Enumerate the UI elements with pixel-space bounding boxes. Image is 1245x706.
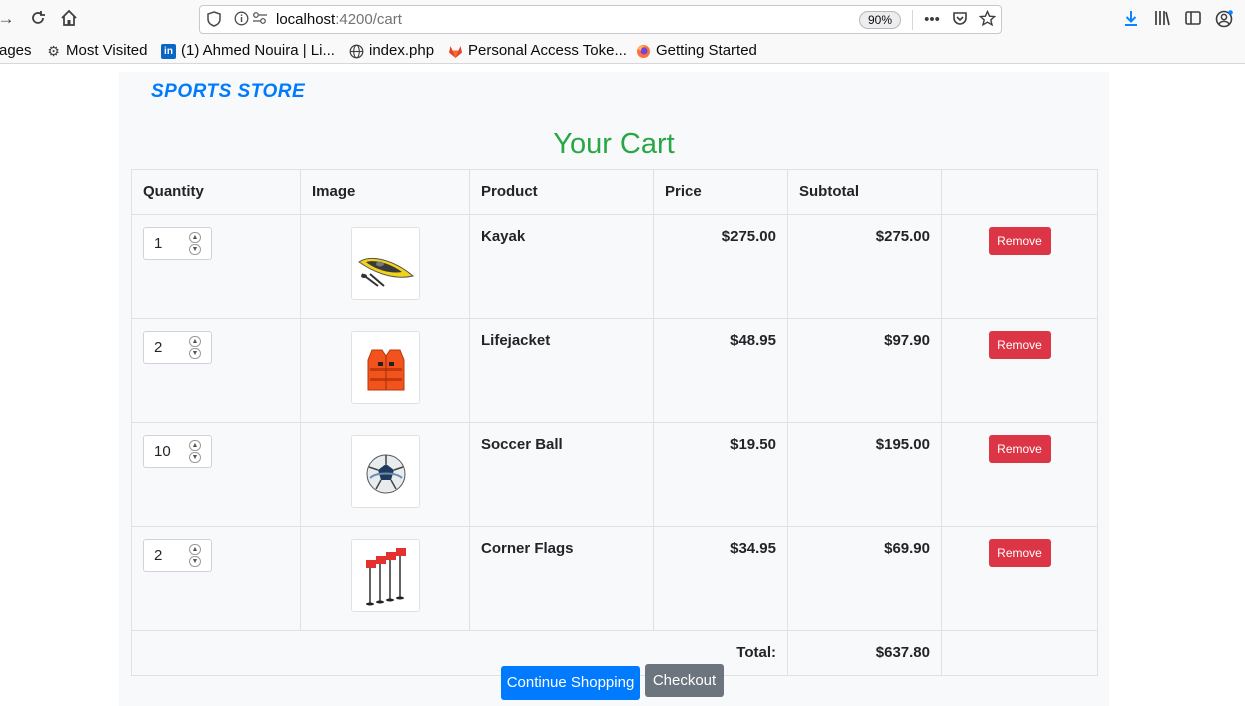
bookmark-label: Most Visited [66,42,148,59]
page-container: SPORTS STORE Your Cart Quantity Image Pr… [119,72,1109,706]
remove-button[interactable]: Remove [988,331,1051,359]
bookmark-label: Getting Started [656,42,757,59]
decrement-icon[interactable]: ▼ [189,452,201,463]
spinner[interactable]: ▲ ▼ [189,440,201,464]
spinner[interactable]: ▲ ▼ [189,232,201,256]
lifejacket-image [350,331,420,404]
quantity-value: 2 [154,547,163,564]
quantity-value: 1 [154,235,163,252]
page-title: Your Cart [553,128,675,160]
product-price: $48.95 [653,318,788,423]
forward-arrow-icon[interactable]: → [0,9,16,29]
spinner[interactable]: ▲ ▼ [189,544,201,568]
header-quantity: Quantity [131,169,301,215]
quantity-value: 2 [154,339,163,356]
table-header-row: Quantity Image Product Price Subtotal [131,169,1098,215]
product-subtotal: $97.90 [787,318,942,423]
linkedin-icon: in [161,43,176,59]
cart-table: Quantity Image Product Price Subtotal 1 … [131,169,1098,676]
shield-icon[interactable] [205,11,223,29]
header-price: Price [653,169,788,215]
bookmark-images[interactable]: ages [0,42,32,60]
increment-icon[interactable]: ▲ [189,336,201,347]
checkout-button[interactable]: Checkout [645,664,724,697]
bookmark-most-visited[interactable]: ⚙ Most Visited [46,42,147,60]
store-brand[interactable]: SPORTS STORE [151,81,305,103]
bookmark-index-php[interactable]: index.php [349,42,434,60]
total-value: $637.80 [787,630,942,676]
zoom-level-badge[interactable]: 90% [859,11,901,29]
increment-icon[interactable]: ▲ [189,440,201,451]
gitlab-icon [448,44,463,59]
more-actions-icon[interactable]: ••• [922,10,942,30]
url-bar[interactable]: localhost:4200/cart 90% ••• [199,5,1002,34]
url-bar-divider [912,10,913,30]
url-path: :4200/cart [335,11,402,28]
remove-button[interactable]: Remove [988,435,1051,463]
home-icon[interactable] [59,9,79,29]
bookmarks-toolbar: ages ⚙ Most Visited in (1) Ahmed Nouira … [0,38,1245,64]
quantity-stepper[interactable]: 2 ▲ ▼ [143,331,212,364]
corner-flags-image [350,539,420,612]
table-row: 1 ▲ ▼ Kayak $275.00 $275.00 Remove [131,214,1098,319]
product-subtotal: $69.90 [787,526,942,631]
firefox-icon [636,44,651,59]
pocket-icon[interactable] [950,10,970,30]
gear-icon: ⚙ [47,42,60,59]
reload-icon[interactable] [28,9,48,29]
continue-shopping-button[interactable]: Continue Shopping [501,666,640,700]
quantity-value: 10 [154,443,171,460]
product-name: Corner Flags [469,526,654,631]
permissions-icon[interactable] [251,11,269,29]
browser-toolbar: → localhost:4200/cart 90% ••• [0,0,1245,38]
table-row: 2 ▲ ▼ [131,526,1098,631]
decrement-icon[interactable]: ▼ [189,348,201,359]
total-empty-cell [941,630,1098,676]
star-bookmark-icon[interactable] [977,9,997,30]
downloads-icon[interactable] [1121,9,1141,29]
quantity-stepper[interactable]: 1 ▲ ▼ [143,227,212,260]
product-price: $275.00 [653,214,788,319]
increment-icon[interactable]: ▲ [189,232,201,243]
quantity-stepper[interactable]: 10 ▲ ▼ [143,435,212,468]
product-price: $19.50 [653,422,788,527]
table-row: 10 ▲ ▼ Soccer Ball $19.50 $195.00 Remove [131,422,1098,527]
soccer-ball-image [350,435,420,508]
bookmark-getting-started[interactable]: Getting Started [636,42,757,60]
info-icon[interactable] [232,11,250,29]
header-image: Image [300,169,470,215]
bookmark-label: Personal Access Toke... [468,42,627,59]
sidebar-icon[interactable] [1183,9,1203,29]
table-row: 2 ▲ ▼ [131,318,1098,423]
header-product: Product [469,169,654,215]
bookmark-personal-access-tokens[interactable]: Personal Access Toke... [448,42,627,60]
remove-button[interactable]: Remove [988,227,1051,255]
product-price: $34.95 [653,526,788,631]
remove-button[interactable]: Remove [988,539,1051,567]
product-subtotal: $195.00 [787,422,942,527]
product-name: Soccer Ball [469,422,654,527]
kayak-image [350,227,420,300]
header-actions [941,169,1098,215]
bookmark-linkedin[interactable]: in (1) Ahmed Nouira | Li... [161,42,335,60]
product-name: Lifejacket [469,318,654,423]
url-text[interactable]: localhost:4200/cart [276,11,402,29]
decrement-icon[interactable]: ▼ [189,244,201,255]
decrement-icon[interactable]: ▼ [189,556,201,567]
library-icon[interactable] [1152,9,1172,29]
bookmark-label: ages [0,42,32,59]
product-subtotal: $275.00 [787,214,942,319]
increment-icon[interactable]: ▲ [189,544,201,555]
bookmark-label: index.php [369,42,435,59]
url-host: localhost [276,11,336,28]
spinner[interactable]: ▲ ▼ [189,336,201,360]
bookmark-label: (1) Ahmed Nouira | Li... [181,42,335,59]
header-subtotal: Subtotal [787,169,942,215]
account-icon[interactable] [1214,9,1234,29]
product-name: Kayak [469,214,654,319]
quantity-stepper[interactable]: 2 ▲ ▼ [143,539,212,572]
globe-icon [349,44,364,59]
